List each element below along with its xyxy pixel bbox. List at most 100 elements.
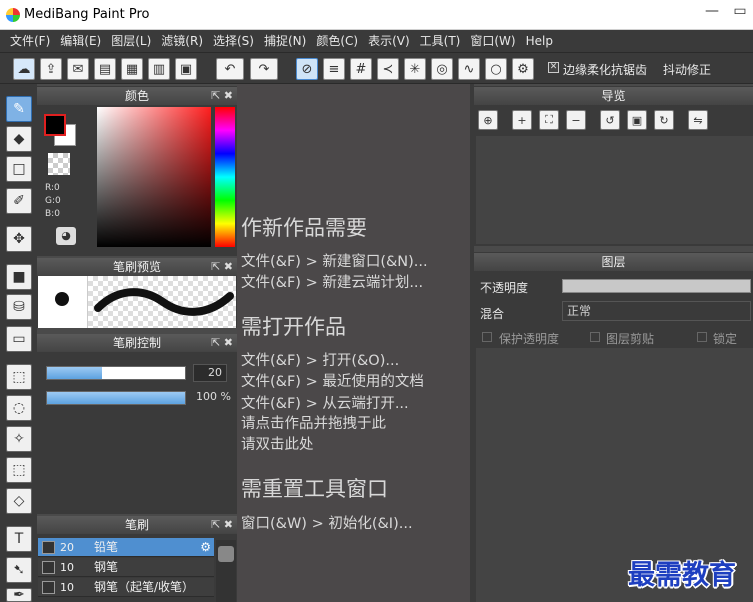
flip-icon[interactable]: ⇋ bbox=[688, 110, 708, 130]
text-tool-icon[interactable]: T bbox=[6, 526, 32, 552]
brush-item[interactable]: 20 铅笔 ⚙ bbox=[38, 538, 214, 557]
select-rect-icon[interactable]: ⬚ bbox=[6, 364, 32, 390]
lock-label: 锁定 bbox=[713, 332, 738, 346]
brush-tool-icon[interactable]: ✎ bbox=[6, 96, 32, 122]
gallery-icon[interactable]: ▥ bbox=[148, 58, 170, 80]
stabilizer-label[interactable]: 抖动修正 bbox=[663, 61, 711, 78]
rotate-left-icon[interactable]: ↺ bbox=[600, 110, 620, 130]
help-open-line: 文件(&F) > 最近使用的文档 bbox=[241, 374, 424, 390]
menu-help[interactable]: Help bbox=[522, 30, 557, 52]
menu-filter[interactable]: 滤镜(R) bbox=[157, 30, 207, 52]
upload-icon[interactable]: ⇪ bbox=[40, 58, 62, 80]
brush-opacity-fill bbox=[47, 392, 185, 404]
snap-concentric-icon[interactable]: ◎ bbox=[431, 58, 453, 80]
help-open-line: 文件(&F) > 打开(&O)... bbox=[241, 353, 400, 369]
brush-settings-gear-icon[interactable]: ⚙ bbox=[200, 538, 211, 557]
brush-opacity-slider[interactable] bbox=[46, 391, 186, 405]
title-bar: MediBang Paint Pro — ▭ bbox=[0, 0, 753, 30]
help-new-title: 作新作品需要 bbox=[241, 216, 367, 240]
bucket-tool-icon[interactable]: ⛁ bbox=[6, 294, 32, 320]
snap-off-icon[interactable]: ⊘ bbox=[296, 58, 318, 80]
brush-size-value[interactable]: 20 bbox=[193, 364, 227, 382]
menu-snap[interactable]: 捕捉(N) bbox=[260, 30, 310, 52]
snap-settings-icon[interactable]: ⚙ bbox=[512, 58, 534, 80]
cloud-icon[interactable]: ☁ bbox=[13, 58, 35, 80]
brush-color-swatch bbox=[42, 541, 55, 554]
color-panel-title: 颜色 bbox=[124, 89, 149, 103]
menu-tools[interactable]: 工具(T) bbox=[416, 30, 465, 52]
clipping-checkbox[interactable] bbox=[590, 332, 600, 342]
saturation-value-picker[interactable] bbox=[97, 107, 211, 247]
clipping-label: 图层剪贴 bbox=[606, 332, 655, 346]
document-icon[interactable]: ▦ bbox=[121, 58, 143, 80]
antialias-checkbox[interactable]: ✕ bbox=[548, 62, 559, 73]
snap-radial-icon[interactable]: ✳ bbox=[404, 58, 426, 80]
move-tool-icon[interactable]: ✥ bbox=[6, 226, 32, 252]
lock-checkbox[interactable] bbox=[697, 332, 707, 342]
color-panel-header: 颜色 ⇱ ✖ bbox=[37, 87, 237, 105]
navigator-view[interactable] bbox=[476, 136, 753, 244]
menu-select[interactable]: 选择(S) bbox=[209, 30, 258, 52]
maximize-button[interactable]: ▭ bbox=[726, 1, 753, 21]
dot-tool-icon[interactable]: □ bbox=[6, 156, 32, 182]
operation-tool-icon[interactable]: ➷ bbox=[6, 557, 32, 583]
redo-icon[interactable]: ↷ bbox=[250, 58, 278, 80]
panel-controls-icon[interactable]: ⇱ ✖ bbox=[211, 516, 233, 534]
zoom-out-icon[interactable]: − bbox=[566, 110, 586, 130]
layer-title: 图层 bbox=[601, 255, 626, 269]
snap-grid-icon[interactable]: # bbox=[350, 58, 372, 80]
brush-panel-header: 笔刷 ⇱ ✖ bbox=[37, 516, 237, 534]
antialias-label: 边缘柔化抗锯齿 bbox=[563, 63, 648, 77]
layer-blend-select[interactable]: 正常 bbox=[562, 301, 751, 321]
fit-window-icon[interactable]: ⛶ bbox=[539, 110, 559, 130]
watermark-text: 最需教育 bbox=[628, 560, 736, 591]
select-pen-icon[interactable]: ⬚ bbox=[6, 457, 32, 483]
transparent-color-swatch[interactable] bbox=[48, 153, 70, 175]
help-new-line: 文件(&F) > 新建云端计划... bbox=[241, 275, 424, 291]
color-r-value: R:0 bbox=[45, 183, 60, 193]
zoom-fit-icon[interactable]: ⊕ bbox=[478, 110, 498, 130]
chat-icon[interactable]: ▤ bbox=[94, 58, 116, 80]
snap-parallel-icon[interactable]: ≡ bbox=[323, 58, 345, 80]
menu-view[interactable]: 表示(V) bbox=[364, 30, 414, 52]
palette-icon[interactable]: ◕ bbox=[56, 227, 76, 245]
select-eraser-icon[interactable]: ◇ bbox=[6, 488, 32, 514]
gradient-tool-icon[interactable]: ▭ bbox=[6, 326, 32, 352]
brush-list-scroll-thumb[interactable] bbox=[218, 546, 234, 562]
navigator-header: 导览 bbox=[474, 87, 753, 105]
snap-circle-icon[interactable]: ○ bbox=[485, 58, 507, 80]
fill-rect-tool-icon[interactable]: ■ bbox=[6, 264, 32, 290]
menu-window[interactable]: 窗口(W) bbox=[466, 30, 519, 52]
eraser-tool-icon[interactable]: ◆ bbox=[6, 126, 32, 152]
reset-view-icon[interactable]: ▣ bbox=[627, 110, 647, 130]
panel-controls-icon[interactable]: ⇱ ✖ bbox=[211, 258, 233, 276]
brush-item-size: 10 bbox=[60, 581, 74, 594]
brush-preview-header: 笔刷预览 ⇱ ✖ bbox=[37, 258, 237, 276]
hue-slider[interactable] bbox=[215, 107, 235, 247]
magic-wand-icon[interactable]: ✧ bbox=[6, 426, 32, 452]
snap-perspective-icon[interactable]: ≺ bbox=[377, 58, 399, 80]
comment-icon[interactable]: ✉ bbox=[67, 58, 89, 80]
menu-file[interactable]: 文件(F) bbox=[6, 30, 54, 52]
zoom-in-icon[interactable]: + bbox=[512, 110, 532, 130]
layer-opacity-slider[interactable] bbox=[562, 279, 751, 293]
brush-item[interactable]: 10 钢笔（起笔/收笔） bbox=[38, 578, 214, 597]
canvas-area[interactable]: 作新作品需要 文件(&F) > 新建窗口(&N)... 文件(&F) > 新建云… bbox=[237, 84, 470, 602]
panel-controls-icon[interactable]: ⇱ ✖ bbox=[211, 334, 233, 352]
pen-tool-icon[interactable]: ✐ bbox=[6, 188, 32, 214]
eyedropper-tool-icon[interactable]: ✒ bbox=[6, 587, 32, 602]
snap-curve-icon[interactable]: ∿ bbox=[458, 58, 480, 80]
menu-color[interactable]: 颜色(C) bbox=[312, 30, 362, 52]
undo-icon[interactable]: ↶ bbox=[216, 58, 244, 80]
protect-alpha-checkbox[interactable] bbox=[482, 332, 492, 342]
foreground-color-swatch[interactable] bbox=[44, 114, 66, 136]
rotate-right-icon[interactable]: ↻ bbox=[654, 110, 674, 130]
brush-size-slider[interactable] bbox=[46, 366, 186, 380]
brush-item[interactable]: 10 钢笔 bbox=[38, 558, 214, 577]
minimize-button[interactable]: — bbox=[698, 1, 726, 21]
grid-tool-icon[interactable]: ▣ bbox=[175, 58, 197, 80]
menu-layer[interactable]: 图层(L) bbox=[107, 30, 155, 52]
lasso-tool-icon[interactable]: ◌ bbox=[6, 395, 32, 421]
menu-edit[interactable]: 编辑(E) bbox=[56, 30, 105, 52]
panel-controls-icon[interactable]: ⇱ ✖ bbox=[211, 87, 233, 105]
